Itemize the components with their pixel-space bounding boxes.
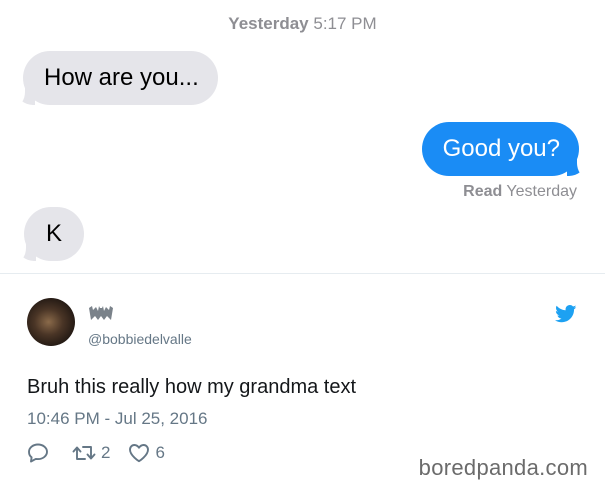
thread-timestamp: Yesterday 5:17 PM	[0, 14, 605, 34]
outgoing-message-bubble: Good you?	[421, 122, 579, 176]
avatar[interactable]	[27, 298, 75, 346]
timestamp-day: Yesterday	[228, 14, 309, 33]
tweet-actions: 2 6	[27, 442, 165, 464]
read-time: Yesterday	[506, 183, 577, 200]
like-button[interactable]: 6	[128, 443, 165, 463]
reply-button[interactable]	[27, 443, 49, 463]
timestamp-time: 5:17 PM	[313, 14, 377, 33]
incoming-message-bubble: How are you...	[23, 51, 218, 105]
user-handle[interactable]: @bobbiedelvalle	[88, 331, 192, 347]
retweet-icon	[72, 446, 96, 460]
tweet-timestamp[interactable]: 10:46 PM - Jul 25, 2016	[27, 409, 208, 429]
like-count: 6	[155, 443, 165, 462]
twitter-bird-icon[interactable]	[555, 305, 577, 323]
watermark: boredpanda.com	[418, 455, 588, 480]
heart-icon	[129, 444, 150, 463]
reply-icon	[28, 443, 48, 463]
retweet-count: 2	[101, 443, 111, 462]
tweet-card: @bobbiedelvalle Bruh this really how my …	[0, 274, 605, 490]
read-receipt: Read Yesterday	[463, 183, 577, 201]
message-thread: Yesterday 5:17 PM How are you... Good yo…	[0, 0, 605, 272]
tweet-text: Bruh this really how my grandma text	[27, 376, 357, 398]
read-label: Read	[463, 183, 503, 200]
bat-icon	[89, 306, 113, 320]
retweet-button[interactable]: 2	[72, 443, 110, 463]
incoming-message-bubble: K	[24, 207, 85, 261]
